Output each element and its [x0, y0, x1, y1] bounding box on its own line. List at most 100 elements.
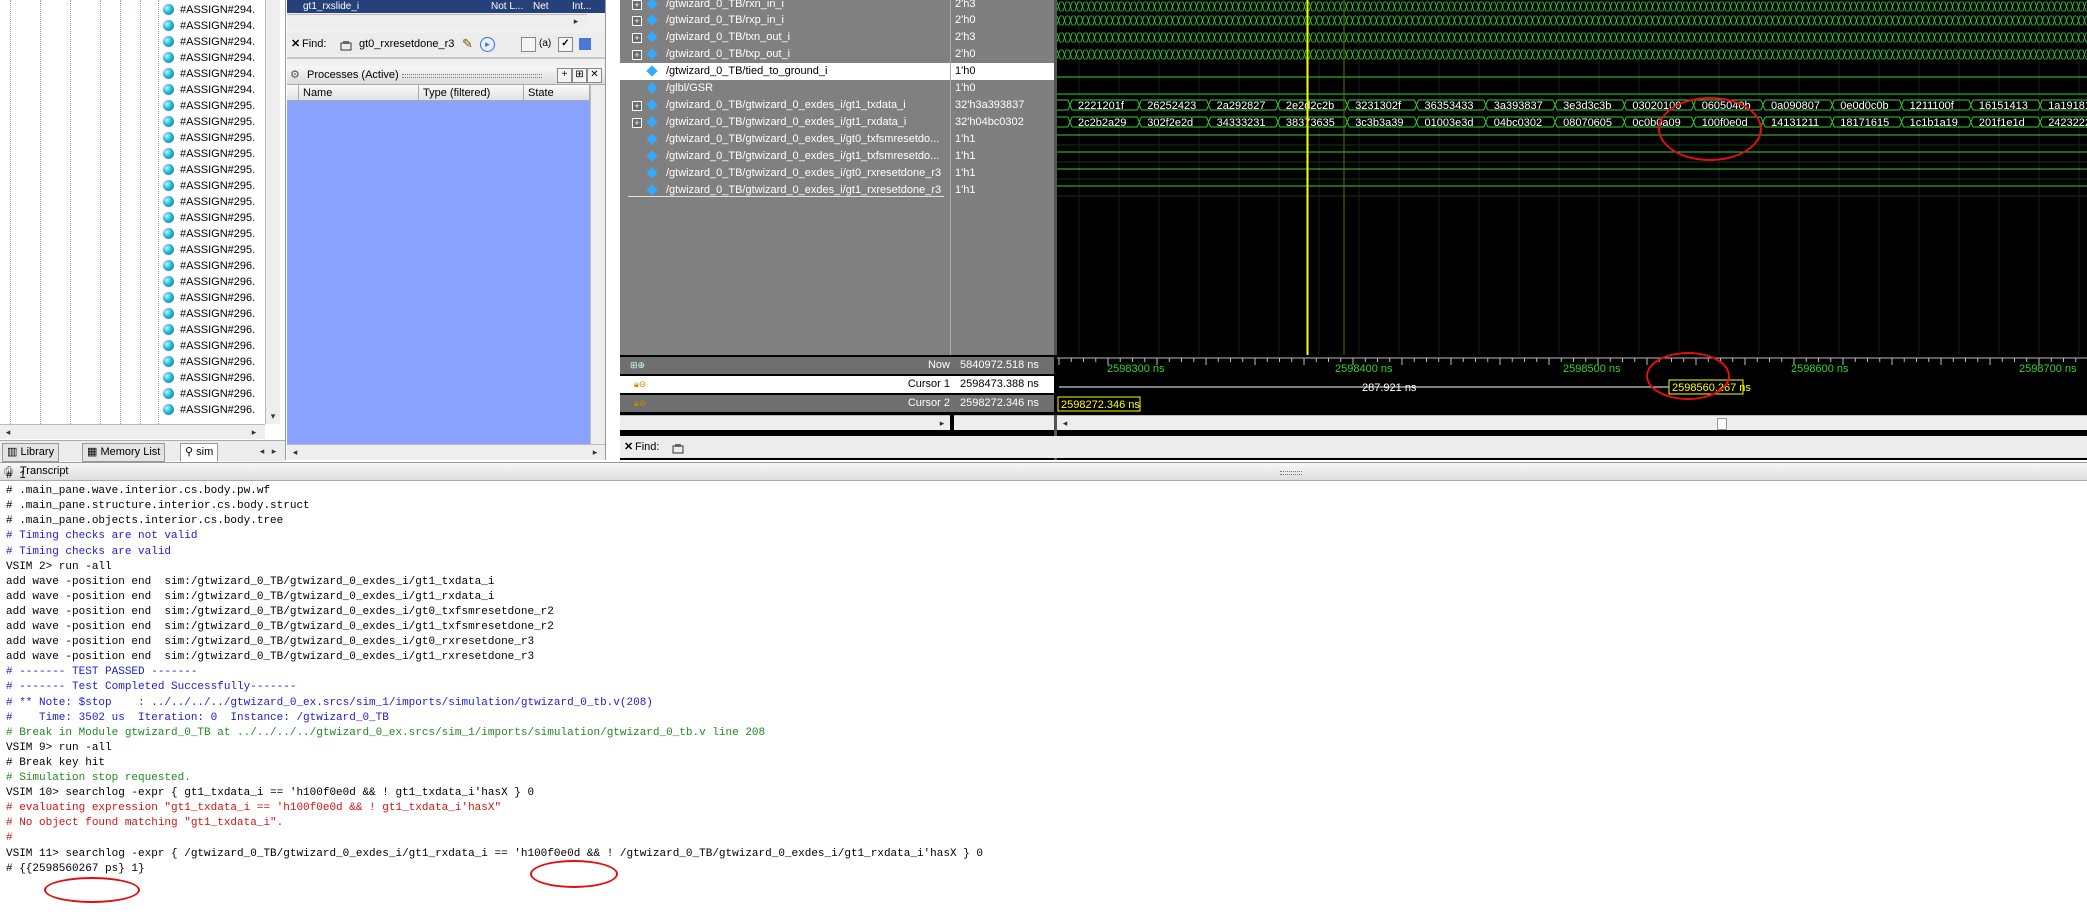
match-case-checkbox[interactable] [521, 37, 536, 52]
pane-divider[interactable] [287, 57, 605, 59]
structure-item[interactable]: #ASSIGN#295. [163, 162, 255, 178]
close-find-icon[interactable]: ✕ [291, 33, 300, 55]
signal-row[interactable]: + /gtwizard_0_TB/gtwizard_0_exdes_i/gt1_t… [620, 97, 950, 114]
lock-cursor-icon[interactable]: 🔒︎⊖ [634, 379, 646, 390]
eraser-icon[interactable]: ✎ [462, 33, 473, 55]
expand-icon[interactable]: + [632, 118, 642, 128]
tab-library[interactable]: ▥ Library [2, 443, 60, 462]
expand-icon[interactable]: + [632, 50, 642, 60]
structure-item[interactable]: #ASSIGN#294. [163, 2, 255, 18]
find-mode-icon[interactable] [340, 38, 352, 51]
tab-sim[interactable]: ⚲ sim [180, 443, 219, 462]
structure-item[interactable]: #ASSIGN#295. [163, 178, 255, 194]
signal-row[interactable]: + /gtwizard_0_TB/txp_out_i [620, 46, 950, 63]
structure-item[interactable]: #ASSIGN#296. [163, 386, 255, 402]
add-cursor-icon[interactable]: ⊞⊕ [630, 360, 645, 371]
structure-item[interactable]: #ASSIGN#295. [163, 114, 255, 130]
expand-icon[interactable]: + [632, 16, 642, 26]
lock-cursor-icon[interactable]: 🔒︎⊖ [634, 398, 646, 409]
structure-hscroll[interactable]: ◂ ▸ [0, 424, 265, 439]
dock-icon[interactable]: ⊞ [572, 68, 587, 83]
drag-handle[interactable] [1280, 471, 1302, 475]
find-mode-icon[interactable] [672, 441, 684, 454]
structure-item[interactable]: #ASSIGN#296. [163, 354, 255, 370]
waveform-area[interactable]: 2221201f 26252423 2a292827 2e2d2c2b 3231302f… [1057, 0, 2087, 355]
structure-item[interactable]: #ASSIGN#296. [163, 306, 255, 322]
waveform-hscroll[interactable]: ◂ [1057, 415, 2087, 430]
structure-item[interactable]: #ASSIGN#294. [163, 50, 255, 66]
structure-item[interactable]: #ASSIGN#295. [163, 146, 255, 162]
scroll-thumb[interactable] [1717, 418, 1727, 430]
structure-item[interactable]: #ASSIGN#296. [163, 258, 255, 274]
tab-scroll-right-icon[interactable]: ▸ [268, 445, 280, 457]
signal-row[interactable]: /gtwizard_0_TB/gtwizard_0_exdes_i/gt1_tx… [620, 148, 950, 165]
undock-icon[interactable]: + [557, 68, 572, 83]
scroll-right-icon[interactable]: ▸ [589, 446, 601, 458]
objects-selected-row[interactable]: gt1_rxslide_i Not L... Net Int... [287, 0, 605, 13]
scroll-down-icon[interactable]: ▾ [267, 410, 279, 422]
scroll-left-icon[interactable]: ◂ [2, 426, 14, 438]
processes-vscroll[interactable] [590, 85, 605, 444]
structure-item[interactable]: #ASSIGN#294. [163, 18, 255, 34]
expand-icon[interactable]: + [632, 0, 642, 10]
structure-item[interactable]: #ASSIGN#295. [163, 194, 255, 210]
structure-item[interactable]: #ASSIGN#295. [163, 242, 255, 258]
expand-icon[interactable]: + [632, 101, 642, 111]
instance-icon [163, 292, 174, 303]
signal-row[interactable]: + /gtwizard_0_TB/gtwizard_0_exdes_i/gt1_r… [620, 114, 950, 131]
structure-item[interactable]: #ASSIGN#296. [163, 338, 255, 354]
tree-guide [70, 0, 71, 438]
close-panel-icon[interactable]: ✕ [587, 68, 602, 83]
find-next-icon[interactable]: ▸ [480, 37, 495, 52]
tab-memory-list[interactable]: ▦ Memory List [82, 443, 166, 462]
scroll-right-icon[interactable]: ▸ [248, 426, 260, 438]
signal-row[interactable]: + /gtwizard_0_TB/txn_out_i [620, 29, 950, 46]
timeline-svg[interactable]: 2598300 ns 2598400 ns 2598500 ns 2598600 ns… [1057, 355, 2087, 415]
signal-row[interactable]: + /gtwizard_0_TB/rxp_in_i [620, 12, 950, 29]
column-state[interactable]: State [524, 85, 590, 101]
expand-icon[interactable]: + [632, 33, 642, 43]
rxdata-value: 201f1e1d [1979, 117, 2025, 129]
tab-scroll-left-icon[interactable]: ◂ [256, 445, 268, 457]
drag-handle[interactable] [402, 74, 542, 78]
tree-guide [120, 0, 121, 438]
scroll-right-icon[interactable]: ▸ [570, 15, 582, 27]
processes-hscroll[interactable]: ◂ ▸ [287, 444, 605, 459]
signal-row[interactable]: /glbl/GSR [620, 80, 950, 97]
wave-values-hscroll[interactable] [954, 415, 1054, 430]
column-name[interactable]: Name [299, 85, 419, 101]
close-find-icon[interactable]: ✕ [624, 436, 633, 458]
structure-item[interactable]: #ASSIGN#295. [163, 130, 255, 146]
whole-word-checkbox[interactable]: ✓ [558, 37, 573, 52]
wave-names-hscroll[interactable]: ▸ [620, 415, 950, 430]
column-type[interactable]: Type (filtered) [419, 85, 524, 101]
signal-row[interactable]: /gtwizard_0_TB/tied_to_ground_i [620, 63, 950, 80]
structure-item[interactable]: #ASSIGN#296. [163, 322, 255, 338]
objects-hscroll[interactable]: ▸ [287, 14, 587, 28]
cursor-row-1[interactable]: 🔒︎⊖ Cursor 1 2598473.388 ns [620, 376, 1054, 393]
filter-icon[interactable] [579, 38, 591, 50]
structure-item[interactable]: #ASSIGN#296. [163, 402, 255, 418]
structure-item[interactable]: #ASSIGN#294. [163, 34, 255, 50]
structure-item-label: #ASSIGN#295. [180, 196, 256, 208]
structure-item[interactable]: #ASSIGN#295. [163, 98, 255, 114]
structure-item[interactable]: #ASSIGN#295. [163, 226, 255, 242]
structure-item[interactable]: #ASSIGN#294. [163, 66, 255, 82]
scroll-left-icon[interactable]: ◂ [289, 446, 301, 458]
structure-vscroll[interactable]: ▾ [265, 0, 280, 424]
structure-item[interactable]: #ASSIGN#296. [163, 274, 255, 290]
find-input[interactable]: gt0_rxresetdone_r3 [359, 33, 454, 55]
scroll-right-icon[interactable]: ▸ [936, 417, 948, 429]
cursor-row-2[interactable]: 🔒︎⊖ Cursor 2 2598272.346 ns [620, 395, 1054, 412]
regex-icon[interactable]: (a) [539, 33, 551, 55]
structure-item[interactable]: #ASSIGN#296. [163, 370, 255, 386]
structure-item[interactable]: #ASSIGN#294. [163, 82, 255, 98]
now-value: 5840972.518 ns [960, 359, 1039, 371]
gear-icon: ⚙ [290, 69, 300, 81]
processes-list[interactable] [287, 101, 590, 444]
structure-item[interactable]: #ASSIGN#296. [163, 290, 255, 306]
signal-row[interactable]: /gtwizard_0_TB/gtwizard_0_exdes_i/gt0_tx… [620, 131, 950, 148]
scroll-left-icon[interactable]: ◂ [1059, 417, 1071, 429]
signal-row[interactable]: /gtwizard_0_TB/gtwizard_0_exdes_i/gt0_rx… [620, 165, 950, 182]
structure-item[interactable]: #ASSIGN#295. [163, 210, 255, 226]
